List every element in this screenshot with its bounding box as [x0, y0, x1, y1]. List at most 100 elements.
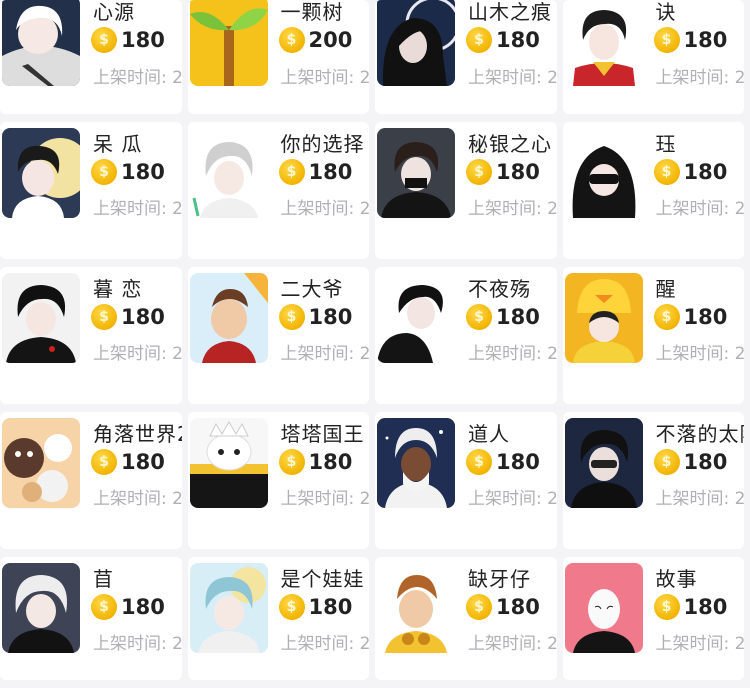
- avatar-thumbnail[interactable]: [564, 563, 643, 653]
- coin-icon: $: [466, 594, 492, 620]
- price-value: 180: [496, 595, 540, 619]
- avatar-thumbnail[interactable]: [2, 418, 80, 508]
- avatar-thumbnail[interactable]: [189, 418, 268, 508]
- price-value: 180: [121, 160, 165, 184]
- coin-icon: $: [653, 27, 680, 53]
- avatar-card[interactable]: 醒 $ 180 上架时间: 2: [562, 267, 745, 404]
- avatar-thumbnail[interactable]: [2, 563, 80, 653]
- price-value: 180: [121, 450, 165, 474]
- coin-icon: $: [278, 304, 305, 330]
- avatar-card[interactable]: 是个娃娃 $ 180 上架时间: 2: [187, 557, 370, 680]
- price: $ 180: [91, 449, 165, 475]
- avatar-name: 暮 恋: [93, 277, 143, 301]
- avatar-name: 诀: [655, 0, 677, 24]
- release-time: 上架时间: 2: [468, 489, 557, 509]
- avatar-name: 不落的太阳: [655, 422, 745, 446]
- release-time: 上架时间: 2: [93, 489, 182, 509]
- price: $ 180: [653, 304, 728, 330]
- release-time: 上架时间: 2: [280, 68, 370, 88]
- price: $ 180: [91, 159, 165, 185]
- release-time: 上架时间: 2: [93, 68, 182, 88]
- price: $ 180: [466, 449, 540, 475]
- avatar-card[interactable]: 秘银之心 $ 180 上架时间: 2: [375, 122, 557, 259]
- price-value: 180: [308, 305, 353, 329]
- coin-icon: $: [653, 594, 680, 620]
- price-value: 180: [496, 450, 540, 474]
- price-value: 180: [683, 450, 728, 474]
- avatar-thumbnail[interactable]: [2, 0, 80, 86]
- avatar-card[interactable]: 心源 $ 180 上架时间: 2: [0, 0, 182, 114]
- avatar-name: 是个娃娃: [280, 567, 365, 591]
- avatar-card[interactable]: 故事 $ 180 上架时间: 2: [562, 557, 744, 680]
- avatar-thumbnail[interactable]: [564, 128, 643, 218]
- price-value: 180: [496, 305, 540, 329]
- avatar-card[interactable]: 二大爷 $ 180 上架时间: 2: [187, 267, 370, 404]
- coin-icon: $: [278, 159, 305, 185]
- avatar-name: 你的选择: [280, 132, 365, 156]
- avatar-thumbnail[interactable]: [564, 0, 643, 86]
- coin-icon: $: [91, 27, 117, 53]
- price: $ 180: [278, 594, 352, 620]
- avatar-name: 苜: [93, 567, 114, 591]
- release-time: 上架时间: 2: [468, 634, 557, 654]
- price: $ 180: [653, 159, 727, 185]
- avatar-card[interactable]: 诀 $ 180 上架时间: 2: [562, 0, 744, 114]
- price: $ 180: [278, 159, 352, 185]
- avatar-card[interactable]: 苜 $ 180 上架时间: 2: [0, 557, 182, 680]
- release-time: 上架时间: 2: [280, 489, 370, 509]
- avatar-card[interactable]: 暮 恋 $ 180 上架时间: 2: [0, 267, 182, 404]
- release-time: 上架时间: 2: [655, 489, 745, 509]
- avatar-card[interactable]: 你的选择 $ 180 上架时间: 2: [187, 122, 369, 259]
- coin-icon: $: [91, 594, 117, 620]
- avatar-thumbnail[interactable]: [377, 0, 455, 86]
- avatar-card[interactable]: 珏 $ 180 上架时间: 2: [562, 122, 744, 259]
- avatar-thumbnail[interactable]: [189, 563, 268, 653]
- avatar-card[interactable]: 呆 瓜 $ 180 上架时间: 2: [0, 122, 182, 259]
- avatar-name: 山木之痕: [468, 0, 552, 24]
- release-time: 上架时间: 2: [280, 634, 370, 654]
- avatar-thumbnail[interactable]: [564, 273, 643, 363]
- avatar-thumbnail[interactable]: [189, 0, 268, 86]
- price-value: 180: [496, 28, 540, 52]
- coin-icon: $: [653, 304, 680, 330]
- avatar-thumbnail[interactable]: [377, 273, 455, 363]
- avatar-card[interactable]: 缺牙仔 $ 180 上架时间: 2: [375, 557, 557, 680]
- price: $ 180: [466, 304, 540, 330]
- coin-icon: $: [466, 449, 492, 475]
- avatar-thumbnail[interactable]: [2, 128, 80, 218]
- release-time: 上架时间: 2: [655, 344, 745, 364]
- avatar-card[interactable]: 不落的太阳 $ 180 上架时间: 2: [562, 412, 745, 549]
- avatar-thumbnail[interactable]: [377, 128, 455, 218]
- avatar-thumbnail[interactable]: [377, 563, 455, 653]
- price: $ 180: [91, 304, 165, 330]
- coin-icon: $: [466, 27, 492, 53]
- release-time: 上架时间: 2: [280, 344, 370, 364]
- price-value: 180: [683, 28, 728, 52]
- avatar-thumbnail[interactable]: [564, 418, 643, 508]
- avatar-name: 一颗树: [280, 0, 344, 24]
- release-time: 上架时间: 2: [468, 344, 557, 364]
- price: $ 180: [278, 449, 352, 475]
- avatar-thumbnail[interactable]: [377, 418, 455, 508]
- avatar-card[interactable]: 角落世界2 $ 180 上架时间: 2: [0, 412, 182, 549]
- coin-icon: $: [466, 159, 492, 185]
- price-value: 180: [121, 595, 165, 619]
- avatar-card[interactable]: 山木之痕 $ 180 上架时间: 2: [375, 0, 557, 114]
- avatar-card[interactable]: 一颗树 $ 200 上架时间: 2: [187, 0, 370, 114]
- avatar-thumbnail[interactable]: [2, 273, 80, 363]
- coin-icon: $: [278, 27, 305, 53]
- avatar-card[interactable]: 道人 $ 180 上架时间: 2: [375, 412, 557, 549]
- avatar-name: 醒: [655, 277, 677, 301]
- price: $ 180: [653, 594, 727, 620]
- release-time: 上架时间: 2: [468, 68, 557, 88]
- avatar-thumbnail[interactable]: [189, 273, 268, 363]
- avatar-thumbnail[interactable]: [189, 128, 268, 218]
- avatar-name: 缺牙仔: [468, 567, 531, 591]
- avatar-card[interactable]: 塔塔国王 $ 180 上架时间: 2: [187, 412, 370, 549]
- coin-icon: $: [91, 449, 117, 475]
- avatar-card[interactable]: 不夜殇 $ 180 上架时间: 2: [375, 267, 557, 404]
- price: $ 180: [91, 27, 165, 53]
- avatar-name: 秘银之心: [468, 132, 552, 156]
- avatar-name: 故事: [655, 567, 698, 591]
- price-value: 180: [683, 305, 728, 329]
